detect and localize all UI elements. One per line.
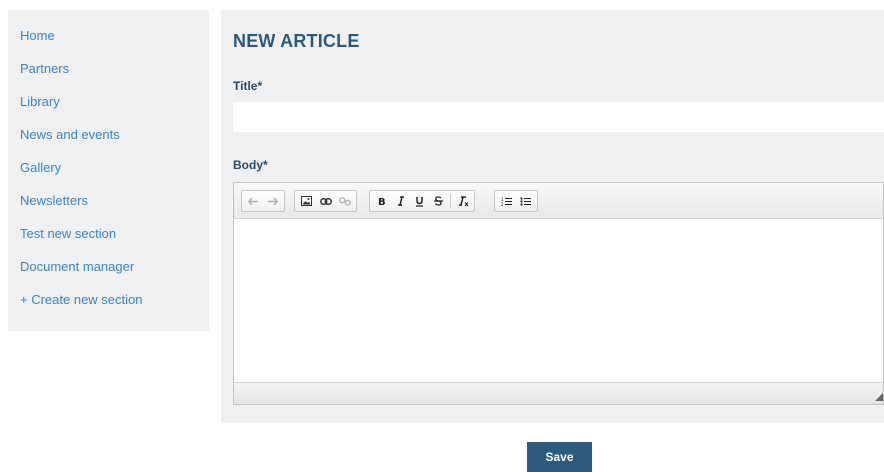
title-label: Title*	[233, 79, 263, 93]
sidebar-item-news-and-events[interactable]: News and events	[8, 127, 209, 160]
save-button[interactable]: Save	[527, 442, 592, 472]
toolbar-group-history	[241, 190, 285, 212]
body-label: Body*	[233, 158, 268, 172]
undo-icon[interactable]	[245, 192, 262, 210]
strikethrough-icon[interactable]	[430, 192, 447, 210]
unlink-icon[interactable]	[336, 192, 353, 210]
toolbar-group-format: B	[369, 190, 475, 212]
svg-text:B: B	[378, 197, 386, 206]
redo-icon[interactable]	[264, 192, 281, 210]
sidebar-item-create-new-section[interactable]: + Create new section	[8, 292, 209, 325]
page-title: NEW ARTICLE	[233, 31, 360, 51]
bulleted-list-icon[interactable]	[517, 192, 534, 210]
sidebar-item-gallery[interactable]: Gallery	[8, 160, 209, 193]
link-icon[interactable]	[317, 192, 334, 210]
title-input[interactable]	[233, 102, 884, 132]
editor-body[interactable]	[234, 219, 883, 382]
underline-icon[interactable]	[411, 192, 428, 210]
toolbar-separator	[450, 194, 451, 208]
sidebar-nav: Home Partners Library News and events Ga…	[8, 10, 209, 331]
article-form-panel: NEW ARTICLE Title* Body* B 1 2	[221, 10, 884, 423]
bold-icon[interactable]: B	[373, 192, 390, 210]
image-icon[interactable]	[298, 192, 315, 210]
toolbar-group-insert	[294, 190, 357, 212]
sidebar-item-partners[interactable]: Partners	[8, 61, 209, 94]
sidebar-item-home[interactable]: Home	[8, 28, 209, 61]
italic-icon[interactable]	[392, 192, 409, 210]
sidebar-item-newsletters[interactable]: Newsletters	[8, 193, 209, 226]
svg-text:2: 2	[501, 202, 504, 206]
rich-text-editor: B 12	[233, 182, 884, 405]
numbered-list-icon[interactable]: 12	[498, 192, 515, 210]
editor-statusbar	[234, 382, 883, 404]
sidebar-item-test-new-section[interactable]: Test new section	[8, 226, 209, 259]
editor-toolbar: B 12	[234, 183, 883, 219]
sidebar-item-document-manager[interactable]: Document manager	[8, 259, 209, 292]
sidebar-item-library[interactable]: Library	[8, 94, 209, 127]
toolbar-group-lists: 12	[494, 190, 538, 212]
remove-format-icon[interactable]	[454, 192, 471, 210]
resize-grip-icon[interactable]	[875, 393, 883, 401]
